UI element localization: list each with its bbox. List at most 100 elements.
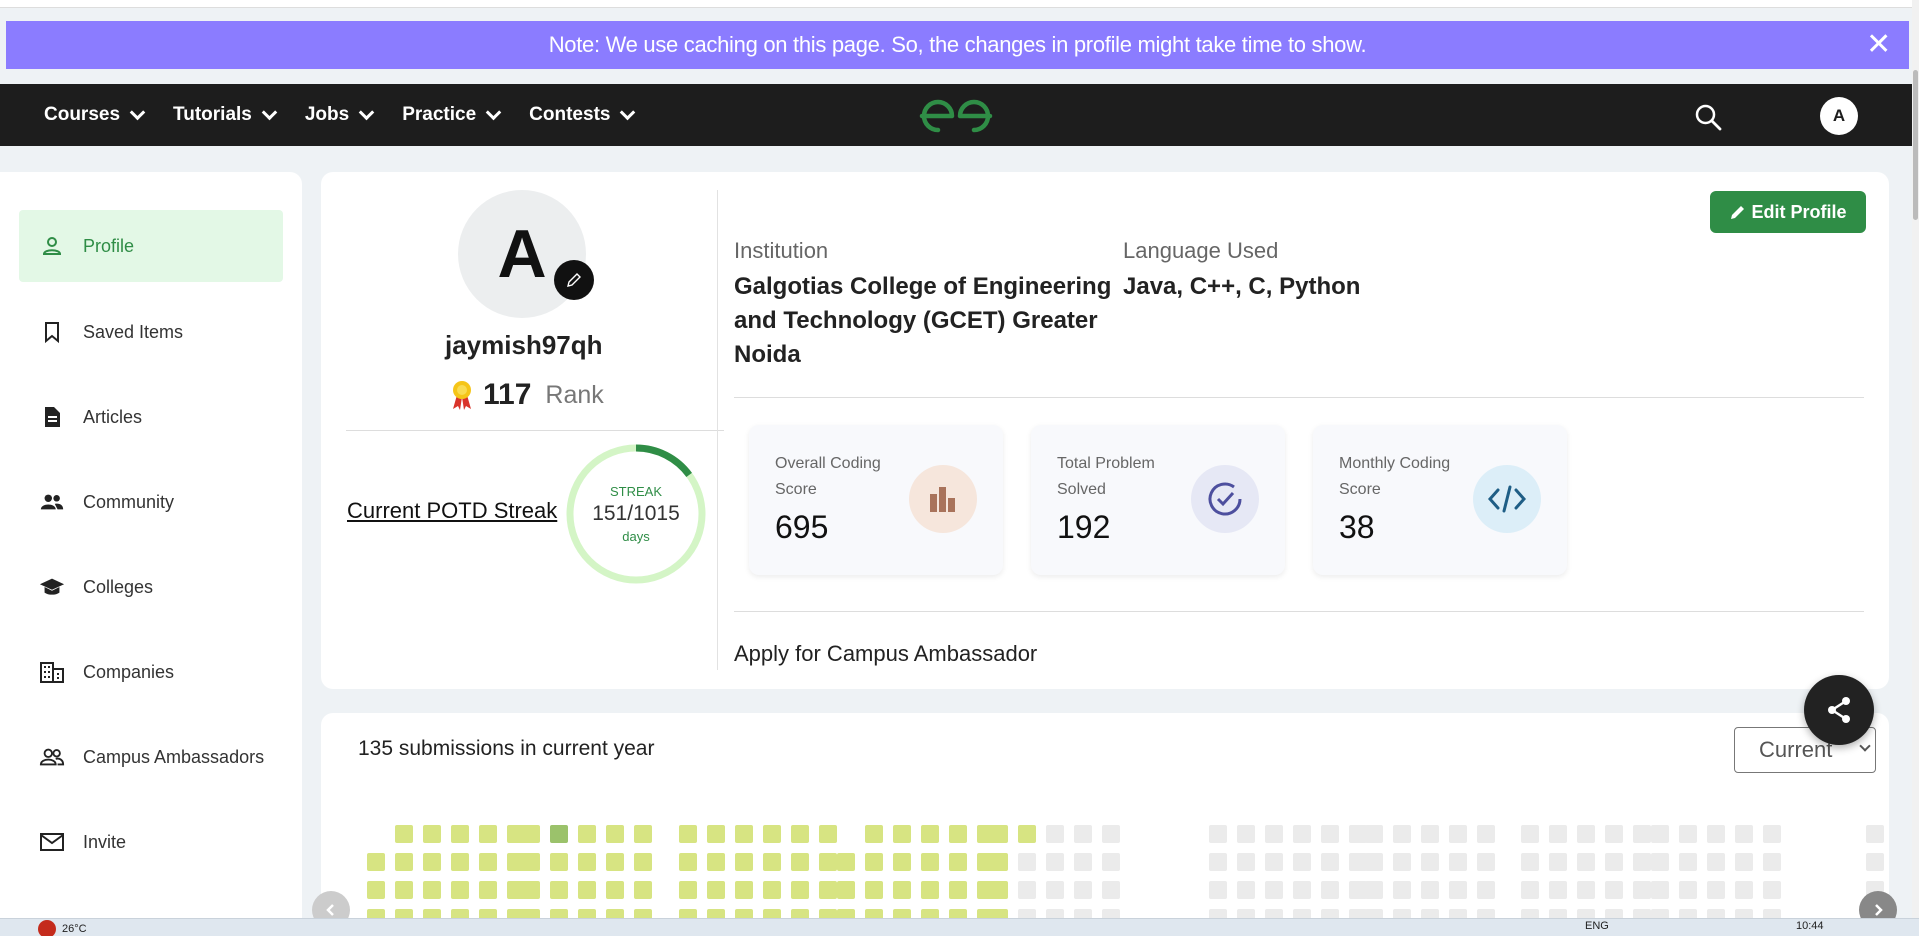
heatmap-cell[interactable] [550,853,568,871]
heatmap-cell[interactable] [990,881,1008,899]
nav-contests[interactable]: Contests [529,104,636,126]
heatmap-cell[interactable] [990,853,1008,871]
heatmap-cell[interactable] [606,853,624,871]
heatmap-cell[interactable] [578,881,596,899]
heatmap-cell[interactable] [893,853,911,871]
heatmap-cell[interactable] [763,825,781,843]
heatmap-cell[interactable] [1477,853,1495,871]
heatmap-cell[interactable] [735,825,753,843]
heatmap-cell[interactable] [1046,853,1064,871]
sidebar-item-community[interactable]: Community [19,466,283,538]
heatmap-cell[interactable] [1866,853,1884,871]
user-avatar[interactable]: A [1820,97,1858,135]
heatmap-cell[interactable] [819,825,837,843]
heatmap-cell[interactable] [707,881,725,899]
heatmap-cell[interactable] [1265,881,1283,899]
heatmap-cell[interactable] [1449,853,1467,871]
heatmap-cell[interactable] [1293,881,1311,899]
taskbar-clock[interactable]: 10:44 [1796,920,1824,932]
heatmap-cell[interactable] [837,881,855,899]
heatmap-cell[interactable] [1018,881,1036,899]
close-icon[interactable]: ✕ [1866,30,1891,60]
heatmap-cell[interactable] [367,853,385,871]
heatmap-cell[interactable] [1393,853,1411,871]
heatmap-cell[interactable] [1577,825,1595,843]
heatmap-cell[interactable] [634,881,652,899]
heatmap-cell[interactable] [1102,853,1120,871]
heatmap-cell[interactable] [1477,825,1495,843]
heatmap-cell[interactable] [949,825,967,843]
heatmap-cell[interactable] [679,881,697,899]
heatmap-cell[interactable] [1349,881,1367,899]
taskbar-weather[interactable]: 26°C [38,920,87,936]
heatmap-cell[interactable] [1293,853,1311,871]
heatmap-cell[interactable] [423,825,441,843]
heatmap-cell[interactable] [1393,881,1411,899]
heatmap-cell[interactable] [1237,853,1255,871]
heatmap-cell[interactable] [1449,881,1467,899]
heatmap-cell[interactable] [1679,853,1697,871]
heatmap-cell[interactable] [1421,853,1439,871]
sidebar-item-companies[interactable]: Companies [19,636,283,708]
scrollbar-thumb[interactable] [1913,70,1918,220]
heatmap-cell[interactable] [1421,825,1439,843]
heatmap-cell[interactable] [578,853,596,871]
heatmap-cell[interactable] [1651,853,1669,871]
nav-tutorials[interactable]: Tutorials [173,104,278,126]
heatmap-cell[interactable] [423,881,441,899]
heatmap-cell[interactable] [1046,825,1064,843]
taskbar-language[interactable]: ENG [1585,920,1609,932]
heatmap-cell[interactable] [1018,853,1036,871]
heatmap-cell[interactable] [1074,853,1092,871]
heatmap-cell[interactable] [1237,881,1255,899]
heatmap-cell[interactable] [1577,881,1595,899]
heatmap-cell[interactable] [735,881,753,899]
heatmap-cell[interactable] [1349,853,1367,871]
heatmap-cell[interactable] [1237,825,1255,843]
heatmap-cell[interactable] [578,825,596,843]
heatmap-cell[interactable] [606,881,624,899]
heatmap-cell[interactable] [1293,825,1311,843]
heatmap-cell[interactable] [865,881,883,899]
heatmap-cell[interactable] [791,853,809,871]
heatmap-cell[interactable] [1265,853,1283,871]
heatmap-cell[interactable] [865,825,883,843]
heatmap-cell[interactable] [1633,853,1651,871]
page-scrollbar[interactable] [1912,0,1919,936]
heatmap-cell[interactable] [819,881,837,899]
heatmap-cell[interactable] [550,881,568,899]
heatmap-cell[interactable] [1321,881,1339,899]
heatmap-cell[interactable] [1605,853,1623,871]
heatmap-cell[interactable] [634,853,652,871]
heatmap-cell[interactable] [1209,853,1227,871]
heatmap-cell[interactable] [1349,825,1367,843]
heatmap-cell[interactable] [1321,853,1339,871]
heatmap-cell[interactable] [1651,881,1669,899]
heatmap-cell[interactable] [1577,853,1595,871]
heatmap-cell[interactable] [1074,825,1092,843]
heatmap-cell[interactable] [763,853,781,871]
heatmap-cell[interactable] [1763,881,1781,899]
heatmap-cell[interactable] [479,881,497,899]
edit-profile-button[interactable]: Edit Profile [1710,191,1866,233]
heatmap-cell[interactable] [395,881,413,899]
sidebar-item-profile[interactable]: Profile [19,210,283,282]
heatmap-cell[interactable] [1018,825,1036,843]
heatmap-cell[interactable] [1477,881,1495,899]
heatmap-cell[interactable] [479,825,497,843]
heatmap-cell[interactable] [395,853,413,871]
heatmap-cell[interactable] [367,881,385,899]
heatmap-cell[interactable] [1449,825,1467,843]
heatmap-cell[interactable] [921,825,939,843]
sidebar-item-saved-items[interactable]: Saved Items [19,296,283,368]
heatmap-cell[interactable] [1735,825,1753,843]
heatmap-cell[interactable] [1074,881,1092,899]
heatmap-cell[interactable] [921,881,939,899]
sidebar-item-invite[interactable]: Invite [19,806,283,878]
heatmap-cell[interactable] [550,825,568,843]
heatmap-cell[interactable] [1046,881,1064,899]
heatmap-cell[interactable] [679,825,697,843]
heatmap-cell[interactable] [949,853,967,871]
heatmap-cell[interactable] [1209,881,1227,899]
sidebar-item-articles[interactable]: Articles [19,381,283,453]
